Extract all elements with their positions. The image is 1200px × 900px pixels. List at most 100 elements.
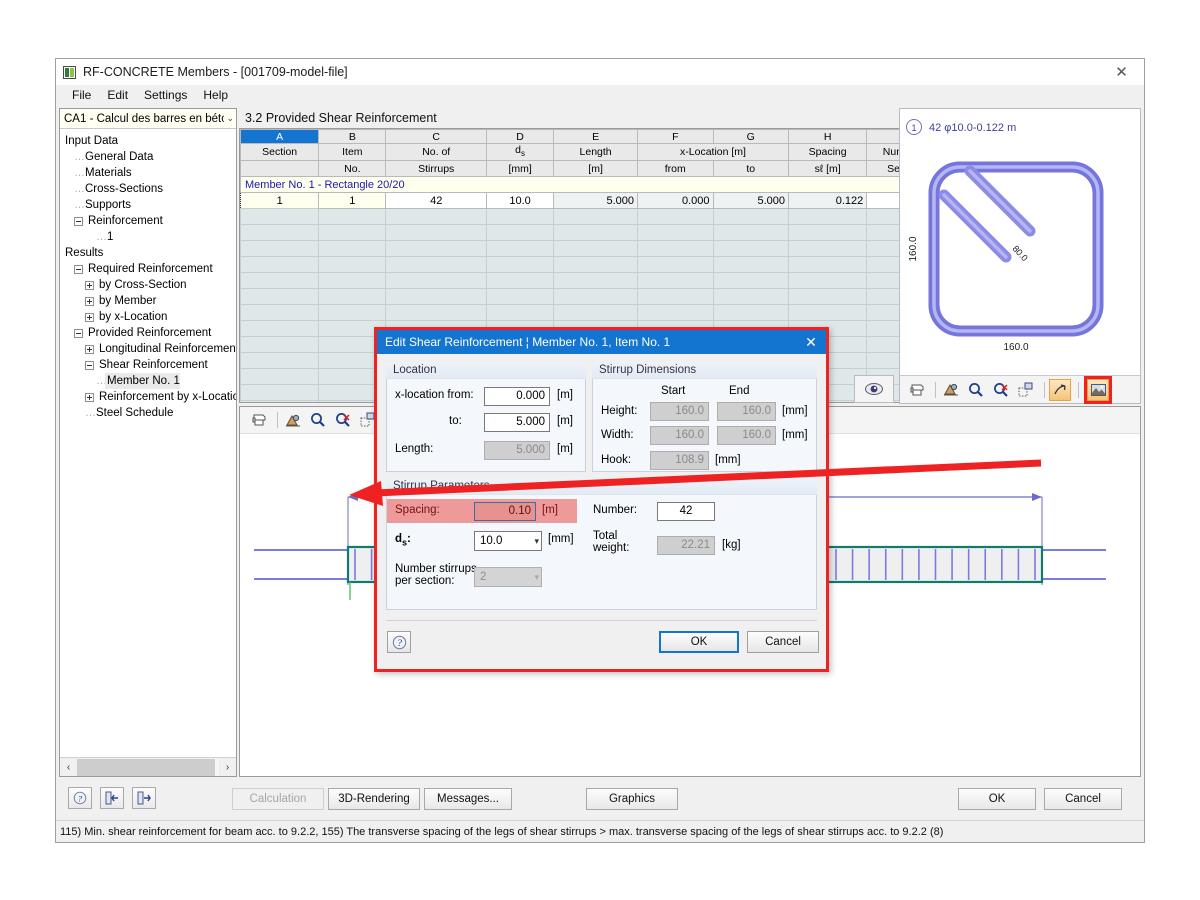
sidebar-horizontal-scrollbar[interactable]: ‹ › — [60, 757, 236, 776]
rendering-button[interactable]: 3D-Rendering — [328, 788, 420, 810]
expand-toggle-icon[interactable] — [85, 313, 94, 322]
table-empty-cell[interactable] — [386, 289, 487, 305]
table-empty-cell[interactable] — [319, 305, 386, 321]
sidebar-item-materials[interactable]: …Materials — [60, 165, 236, 181]
ds-select[interactable]: 10.0 ▾ — [474, 531, 542, 551]
column-header-H[interactable]: H — [789, 130, 867, 144]
table-empty-cell[interactable] — [638, 241, 713, 257]
sidebar-item-input-data[interactable]: Input Data — [60, 133, 236, 149]
zoom-out-icon[interactable] — [990, 380, 1012, 400]
scrollbar-track[interactable] — [77, 759, 219, 776]
menu-item-settings[interactable]: Settings — [136, 87, 195, 103]
table-cell[interactable]: 0.122 — [789, 193, 867, 209]
table-empty-cell[interactable] — [713, 241, 788, 257]
footer-ok-button[interactable]: OK — [958, 788, 1036, 810]
table-empty-cell[interactable] — [241, 401, 319, 403]
table-empty-cell[interactable] — [554, 241, 638, 257]
footer-export-button[interactable] — [132, 787, 156, 809]
sidebar-item-general-data[interactable]: …General Data — [60, 149, 236, 165]
table-cell[interactable]: 5.000 — [554, 193, 638, 209]
table-empty-cell[interactable] — [386, 225, 487, 241]
table-empty-cell[interactable] — [789, 209, 867, 225]
footer-cancel-button[interactable]: Cancel — [1044, 788, 1122, 810]
column-header-A[interactable]: A — [241, 130, 319, 144]
table-empty-cell[interactable] — [789, 305, 867, 321]
expand-toggle-icon[interactable] — [85, 297, 94, 306]
x-location-from-input[interactable]: 0.000 — [484, 387, 550, 406]
column-header-E[interactable]: E — [554, 130, 638, 144]
render-icon[interactable] — [282, 410, 304, 430]
sidebar-item-cross-sections[interactable]: …Cross-Sections — [60, 181, 236, 197]
zoom-window-icon[interactable] — [1015, 380, 1037, 400]
sidebar-item-reinforcement-by-x-locatio[interactable]: Reinforcement by x-Locatio — [60, 389, 236, 405]
sidebar-item-member-no-1[interactable]: …Member No. 1 — [60, 373, 236, 389]
scroll-right-icon[interactable]: › — [219, 759, 236, 776]
expand-toggle-icon[interactable] — [85, 345, 94, 354]
x-location-to-input[interactable]: 5.000 — [484, 413, 550, 432]
table-empty-cell[interactable] — [789, 225, 867, 241]
dialog-help-button[interactable]: ? — [387, 631, 411, 653]
table-cell[interactable]: 10.0 — [487, 193, 554, 209]
table-empty-cell[interactable] — [487, 273, 554, 289]
table-empty-cell[interactable] — [319, 257, 386, 273]
sidebar-item-provided-reinforcement[interactable]: Provided Reinforcement — [60, 325, 236, 341]
table-empty-cell[interactable] — [554, 225, 638, 241]
collapse-toggle-icon[interactable] — [74, 217, 83, 226]
table-empty-cell[interactable] — [713, 209, 788, 225]
table-empty-cell[interactable] — [319, 225, 386, 241]
table-empty-cell[interactable] — [241, 209, 319, 225]
render-icon[interactable] — [940, 380, 962, 400]
messages-button[interactable]: Messages... — [424, 788, 512, 810]
sidebar-item-by-x-location[interactable]: by x-Location — [60, 309, 236, 325]
table-empty-cell[interactable] — [638, 257, 713, 273]
table-empty-cell[interactable] — [789, 273, 867, 289]
table-empty-cell[interactable] — [386, 305, 487, 321]
table-empty-cell[interactable] — [638, 289, 713, 305]
footer-import-button[interactable] — [100, 787, 124, 809]
table-empty-cell[interactable] — [241, 305, 319, 321]
table-empty-cell[interactable] — [241, 273, 319, 289]
calculation-button[interactable]: Calculation — [232, 788, 324, 810]
jump-icon[interactable] — [1049, 379, 1071, 401]
column-header-C[interactable]: C — [386, 130, 487, 144]
table-empty-cell[interactable] — [554, 209, 638, 225]
dialog-close-button[interactable]: ✕ — [800, 334, 822, 351]
table-empty-cell[interactable] — [386, 241, 487, 257]
dialog-ok-button[interactable]: OK — [659, 631, 739, 653]
menu-item-edit[interactable]: Edit — [99, 87, 136, 103]
table-cell[interactable]: 0.000 — [638, 193, 713, 209]
menu-item-help[interactable]: Help — [195, 87, 236, 103]
column-header-D[interactable]: D — [487, 130, 554, 144]
print-icon[interactable] — [906, 380, 928, 400]
sidebar-item-by-member[interactable]: by Member — [60, 293, 236, 309]
table-empty-cell[interactable] — [319, 209, 386, 225]
sidebar-item-steel-schedule[interactable]: …Steel Schedule — [60, 405, 236, 421]
table-empty-cell[interactable] — [241, 353, 319, 369]
table-empty-cell[interactable] — [638, 209, 713, 225]
visibility-toggle-button[interactable] — [854, 375, 894, 403]
table-empty-cell[interactable] — [241, 289, 319, 305]
scrollbar-thumb[interactable] — [77, 759, 215, 776]
table-empty-cell[interactable] — [386, 273, 487, 289]
table-cell[interactable]: 1 — [241, 193, 319, 209]
table-empty-cell[interactable] — [241, 257, 319, 273]
table-empty-cell[interactable] — [241, 369, 319, 385]
scroll-left-icon[interactable]: ‹ — [60, 759, 77, 776]
image-icon[interactable] — [1087, 379, 1109, 401]
table-empty-cell[interactable] — [241, 321, 319, 337]
sidebar-item-shear-reinforcement[interactable]: Shear Reinforcement — [60, 357, 236, 373]
table-empty-cell[interactable] — [789, 289, 867, 305]
dialog-cancel-button[interactable]: Cancel — [747, 631, 819, 653]
table-empty-cell[interactable] — [319, 273, 386, 289]
table-empty-cell[interactable] — [789, 257, 867, 273]
zoom-in-icon[interactable] — [307, 410, 329, 430]
navigation-tree[interactable]: Input Data…General Data…Materials…Cross-… — [60, 130, 236, 755]
column-header-F[interactable]: F — [638, 130, 713, 144]
design-case-dropdown[interactable]: CA1 - Calcul des barres en béto ⌄ — [60, 109, 236, 129]
footer-help-button[interactable]: ? — [68, 787, 92, 809]
table-empty-cell[interactable] — [487, 289, 554, 305]
table-empty-cell[interactable] — [487, 257, 554, 273]
table-empty-cell[interactable] — [487, 209, 554, 225]
table-empty-cell[interactable] — [241, 385, 319, 401]
collapse-toggle-icon[interactable] — [74, 329, 83, 338]
